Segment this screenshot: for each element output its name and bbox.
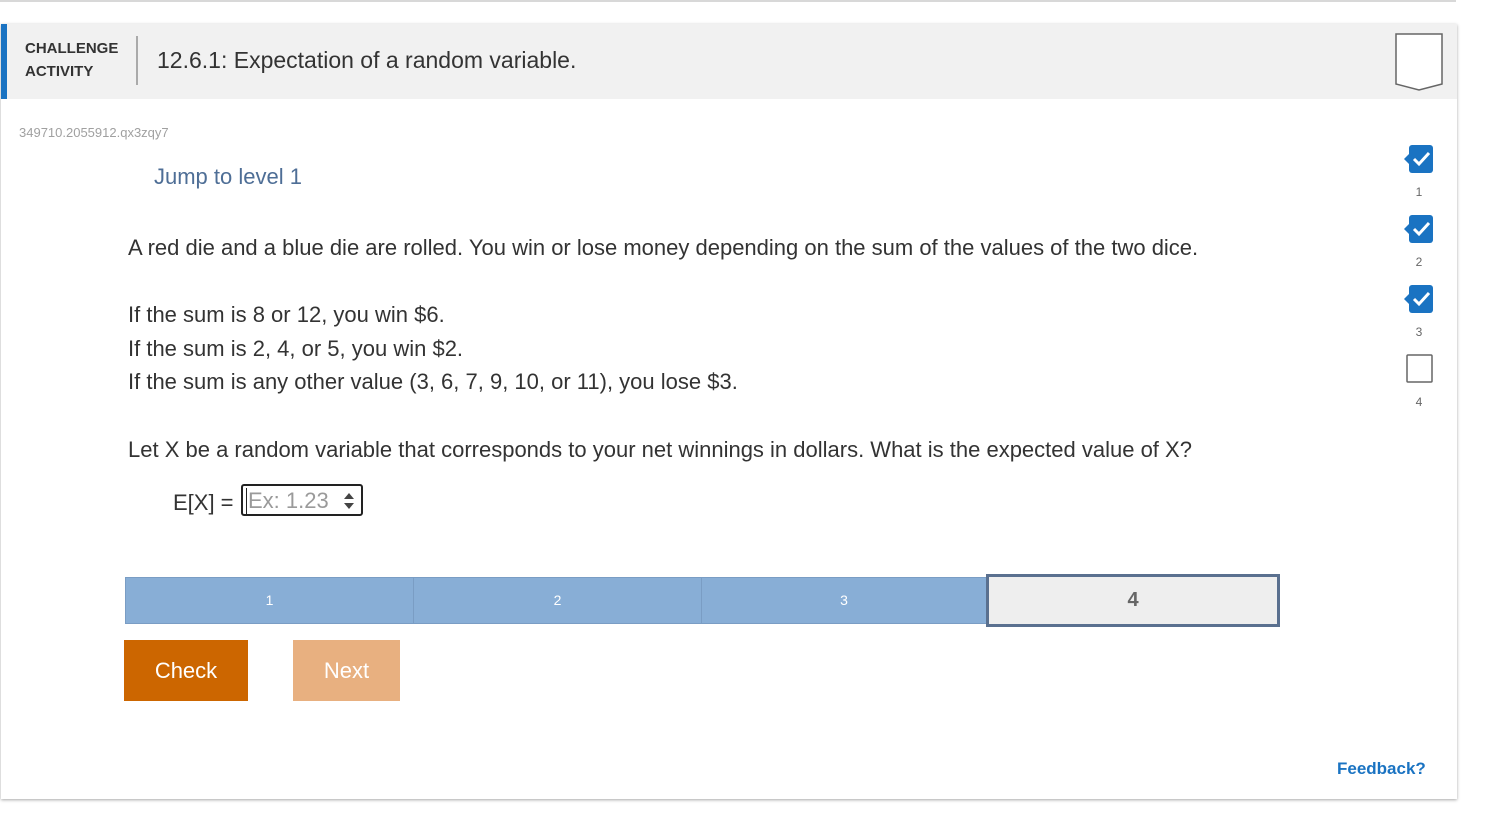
answer-input[interactable] bbox=[246, 488, 340, 514]
prompt-intro: A red die and a blue die are rolled. You… bbox=[128, 235, 1199, 260]
prompt-question: Let X be a random variable that correspo… bbox=[128, 437, 1192, 462]
level-1-tab[interactable]: 1 bbox=[125, 577, 414, 624]
next-button[interactable]: Next bbox=[293, 640, 400, 701]
level-4-tab[interactable]: 4 bbox=[986, 574, 1280, 627]
answer-field bbox=[241, 484, 363, 516]
activity-type-label: CHALLENGE ACTIVITY bbox=[25, 40, 119, 80]
feedback-link[interactable]: Feedback? bbox=[1337, 759, 1426, 779]
challenge-activity-card: CHALLENGE ACTIVITY 12.6.1: Expectation o… bbox=[1, 24, 1457, 799]
header-divider bbox=[136, 36, 138, 85]
checked-box-icon bbox=[1404, 215, 1433, 243]
progress-step-number: 3 bbox=[1415, 325, 1423, 339]
activity-header: CHALLENGE ACTIVITY 12.6.1: Expectation o… bbox=[1, 24, 1457, 99]
prompt-rule-2: If the sum is 2, 4, or 5, you win $2. bbox=[128, 336, 464, 361]
progress-step-number: 4 bbox=[1415, 395, 1423, 409]
progress-step-3: 3 bbox=[1404, 284, 1434, 354]
progress-step-number: 1 bbox=[1415, 185, 1423, 199]
progress-step-2: 2 bbox=[1404, 214, 1434, 284]
header-accent-bar bbox=[1, 24, 7, 99]
answer-label: E[X] = bbox=[173, 490, 234, 515]
top-rule bbox=[0, 0, 1456, 2]
level-2-tab[interactable]: 2 bbox=[413, 577, 702, 624]
activity-title: 12.6.1: Expectation of a random variable… bbox=[157, 47, 577, 73]
checked-box-icon bbox=[1404, 145, 1433, 173]
progress-step-number: 2 bbox=[1415, 255, 1423, 269]
check-button[interactable]: Check bbox=[124, 640, 248, 701]
level-3-tab[interactable]: 3 bbox=[701, 577, 987, 624]
activity-id: 349710.2055912.qx3zqy7 bbox=[19, 125, 169, 140]
checked-box-icon bbox=[1404, 285, 1433, 313]
number-spinner-icon[interactable] bbox=[343, 491, 355, 511]
prompt-rule-1: If the sum is 8 or 12, you win $6. bbox=[128, 302, 445, 327]
completion-badge-icon bbox=[1395, 33, 1443, 91]
progress-step-1: 1 bbox=[1404, 144, 1434, 214]
prompt-rule-3: If the sum is any other value (3, 6, 7, … bbox=[128, 369, 738, 394]
progress-step-4: 4 bbox=[1404, 354, 1434, 424]
empty-box-icon bbox=[1406, 354, 1433, 383]
level-bar: 1 2 3 4 bbox=[125, 574, 1280, 627]
jump-to-level-link[interactable]: Jump to level 1 bbox=[154, 164, 302, 190]
